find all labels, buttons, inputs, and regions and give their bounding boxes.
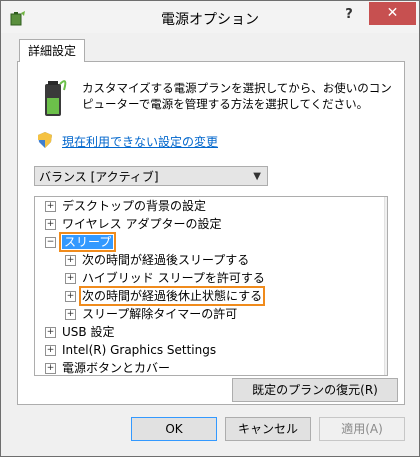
expand-icon[interactable]: + [65, 273, 76, 284]
expand-icon[interactable]: + [45, 201, 56, 212]
close-button[interactable]: ✕ [369, 2, 416, 25]
expand-icon[interactable]: + [45, 219, 56, 230]
tree-item-label: スリープ解除タイマーの許可 [82, 307, 238, 321]
tree-item-power-buttons-lid[interactable]: + 電源ボタンとカバー [45, 359, 171, 375]
scroll-down-icon[interactable]: ▼ [385, 358, 387, 375]
apply-button[interactable]: 適用(A) [319, 417, 405, 441]
collapse-icon[interactable]: − [45, 237, 56, 248]
tree-item-sleep-after[interactable]: + 次の時間が経過後スリープする [65, 251, 249, 269]
help-button[interactable]: ? [339, 7, 359, 22]
scroll-up-icon[interactable]: ▲ [385, 197, 387, 214]
tree-item-label: ハイブリッド スリープを許可する [82, 271, 265, 285]
title-bar: 電源オプション ? ✕ [1, 1, 419, 33]
expand-icon[interactable]: + [45, 345, 56, 356]
description-text: カスタマイズする電源プランを選択してから、お使いのコンピューターで電源を管理する… [82, 81, 392, 111]
expand-icon[interactable]: + [65, 255, 76, 266]
power-plan-select[interactable]: バランス [アクティブ] ▼ [34, 166, 268, 186]
tree-item-label: Intel(R) Graphics Settings [62, 343, 217, 357]
shield-icon [38, 132, 52, 148]
power-options-window: 電源オプション ? ✕ 詳細設定 カスタマイズする電源プランを選択してから、お使… [0, 0, 420, 457]
tree-item-label: 次の時間が経過後スリープする [82, 253, 250, 267]
tree-item-intel-graphics[interactable]: + Intel(R) Graphics Settings [45, 341, 216, 359]
cancel-button[interactable]: キャンセル [225, 417, 311, 441]
power-plan-value: バランス [アクティブ] [39, 170, 159, 184]
tree-item-label: デスクトップの背景の設定 [62, 199, 207, 213]
tree-item-desktop-background[interactable]: + デスクトップの背景の設定 [45, 197, 206, 215]
change-unavailable-settings-link[interactable]: 現在利用できない設定の変更 [62, 133, 218, 150]
tree-item-wireless-adapter[interactable]: + ワイヤレス アダプターの設定 [45, 215, 221, 233]
restore-default-plan-button[interactable]: 既定のプランの復元(R) [232, 378, 398, 402]
tree-item-sleep[interactable]: − スリープ [45, 232, 117, 252]
expand-icon[interactable]: + [45, 327, 56, 338]
tab-advanced-settings[interactable]: 詳細設定 [19, 39, 86, 62]
expand-icon[interactable]: + [65, 309, 76, 320]
tree-item-label: 次の時間が経過後休止状態にする [78, 286, 266, 306]
tree-item-hybrid-sleep[interactable]: + ハイブリッド スリープを許可する [65, 269, 265, 287]
ok-button[interactable]: OK [131, 417, 217, 441]
tree-item-label: USB 設定 [62, 325, 115, 339]
tree-item-label: 電源ボタンとカバー [62, 361, 171, 375]
battery-icon [45, 80, 67, 116]
settings-panel: カスタマイズする電源プランを選択してから、お使いのコンピューターで電源を管理する… [17, 61, 405, 405]
expand-icon[interactable]: + [45, 363, 56, 374]
tree-item-wake-timers[interactable]: + スリープ解除タイマーの許可 [65, 305, 237, 323]
settings-tree: + デスクトップの背景の設定 + ワイヤレス アダプターの設定 − スリープ + 次の時… [34, 196, 388, 376]
chevron-down-icon: ▼ [253, 171, 261, 182]
tree-item-label: スリープ [58, 232, 117, 252]
tree-item-hibernate-after[interactable]: + 次の時間が経過後休止状態にする [65, 286, 266, 306]
tree-scrollbar[interactable]: ▲ ▼ [384, 197, 387, 375]
tree-item-usb-settings[interactable]: + USB 設定 [45, 323, 114, 341]
tree-item-label: ワイヤレス アダプターの設定 [62, 217, 222, 231]
expand-icon[interactable]: + [65, 291, 76, 302]
